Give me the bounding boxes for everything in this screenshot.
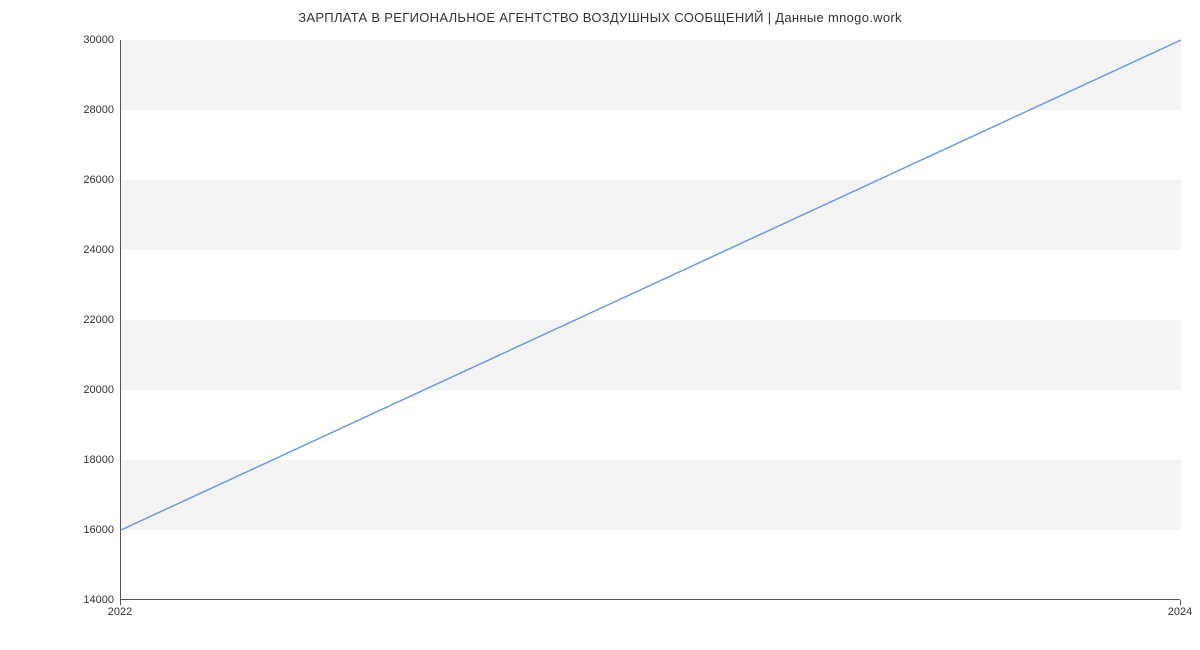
line-chart: ЗАРПЛАТА В РЕГИОНАЛЬНОЕ АГЕНТСТВО ВОЗДУШ… bbox=[0, 0, 1200, 650]
y-tick-label: 30000 bbox=[83, 34, 114, 46]
x-tick-label: 2024 bbox=[1168, 606, 1192, 618]
plot-area bbox=[120, 40, 1180, 600]
y-tick-label: 14000 bbox=[83, 594, 114, 606]
y-tick-label: 18000 bbox=[83, 454, 114, 466]
y-tick-label: 16000 bbox=[83, 524, 114, 536]
plot-svg bbox=[121, 40, 1181, 600]
x-tick-mark bbox=[1180, 600, 1181, 605]
grid-band bbox=[121, 320, 1181, 390]
y-tick-label: 20000 bbox=[83, 384, 114, 396]
data-line bbox=[121, 40, 1181, 530]
y-tick-label: 22000 bbox=[83, 314, 114, 326]
chart-title: ЗАРПЛАТА В РЕГИОНАЛЬНОЕ АГЕНТСТВО ВОЗДУШ… bbox=[0, 10, 1200, 25]
x-tick-mark bbox=[120, 600, 121, 605]
y-tick-label: 28000 bbox=[83, 104, 114, 116]
y-tick-label: 26000 bbox=[83, 174, 114, 186]
grid-band bbox=[121, 40, 1181, 110]
grid-band bbox=[121, 460, 1181, 530]
y-tick-label: 24000 bbox=[83, 244, 114, 256]
x-tick-label: 2022 bbox=[108, 606, 132, 618]
grid-band bbox=[121, 180, 1181, 250]
